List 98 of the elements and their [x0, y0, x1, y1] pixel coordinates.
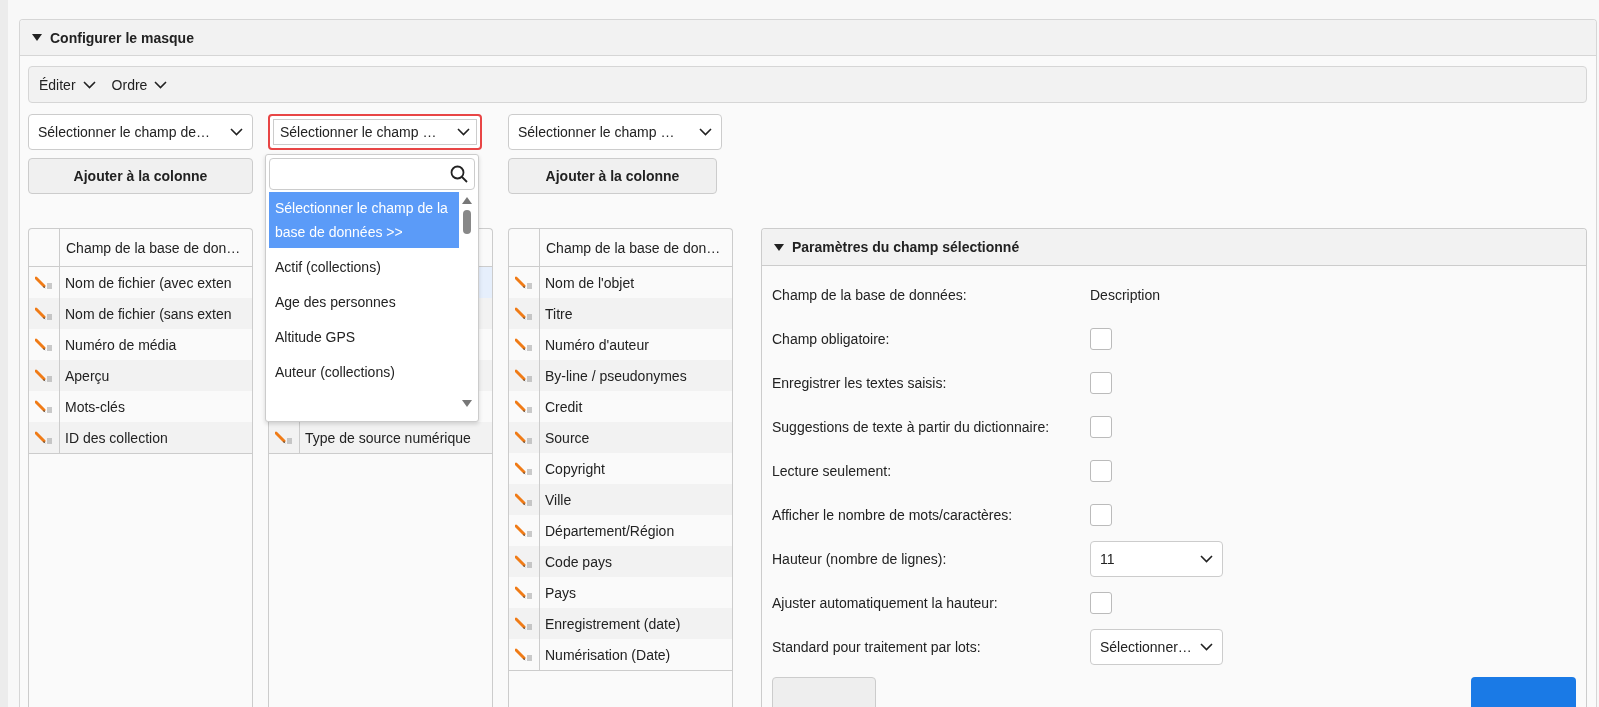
table-cell: Nom de l'objet: [545, 274, 635, 291]
table-cell: Nom de fichier (sans exten: [65, 305, 232, 322]
panel-header[interactable]: Configurer le masque: [20, 20, 1596, 56]
table-cell: Département/Région: [545, 522, 675, 539]
select-field[interactable]: Sélectionner le champ de…: [28, 114, 253, 150]
table-row[interactable]: Aperçu: [29, 360, 252, 391]
checkbox[interactable]: [1090, 328, 1112, 350]
pencil-list-icon[interactable]: [35, 368, 53, 383]
add-to-column-button[interactable]: Ajouter à la colonne: [508, 158, 717, 194]
column-header: Champ de la base de don…: [66, 239, 241, 256]
table-cell: Titre: [545, 305, 573, 322]
field-label: Lecture seulement:: [772, 463, 893, 479]
chevron-down-icon: [1200, 555, 1213, 563]
table-row[interactable]: Ville: [509, 484, 732, 515]
table-row[interactable]: Enregistrement (date): [509, 608, 732, 639]
menu-button[interactable]: Éditer: [33, 72, 102, 97]
table-cell: Credit: [545, 398, 583, 415]
pencil-list-icon[interactable]: [515, 399, 533, 414]
table-cell: Enregistrement (date): [545, 615, 681, 632]
table-cell: Type de source numérique: [305, 429, 471, 446]
field-label: Afficher le nombre de mots/caractères:: [772, 507, 1014, 523]
pencil-list-icon[interactable]: [515, 337, 533, 352]
panel-title: Configurer le masque: [50, 29, 194, 46]
chevron-down-icon: [230, 128, 243, 136]
chevron-down-icon: [457, 128, 470, 136]
field-label: Standard pour traitement par lots:: [772, 639, 982, 655]
search-field[interactable]: [269, 158, 475, 190]
table-cell: Numéro d'auteur: [545, 336, 649, 353]
pencil-list-icon[interactable]: [515, 461, 533, 476]
search-icon: [450, 165, 468, 183]
select-field[interactable]: Sélectionner…: [1090, 629, 1223, 665]
field-label: Champ obligatoire:: [772, 331, 891, 347]
pencil-list-icon[interactable]: [515, 554, 533, 569]
menu-button[interactable]: Ordre: [105, 72, 174, 97]
table-cell: Mots-clés: [65, 398, 125, 415]
table-row[interactable]: ID des collection: [29, 422, 252, 454]
checkbox[interactable]: [1090, 372, 1112, 394]
table-row[interactable]: Nom de fichier (sans exten: [29, 298, 252, 329]
table-row[interactable]: Source: [509, 422, 732, 453]
table-cell: Source: [545, 429, 590, 446]
field-label: Suggestions de texte à partir du dictionnaire:: [772, 419, 1051, 435]
select-field[interactable]: 11: [1090, 541, 1223, 577]
chevron-down-icon: [154, 80, 168, 89]
pencil-list-icon[interactable]: [515, 306, 533, 321]
settings-title: Paramètres du champ sélectionné: [792, 239, 1020, 255]
table-cell: Pays: [545, 584, 577, 601]
pencil-list-icon[interactable]: [515, 647, 533, 662]
dropdown-option[interactable]: Age des personnes: [269, 283, 459, 318]
field-label: Ajuster automatiquement la hauteur:: [772, 595, 999, 611]
field-value: Description: [1090, 287, 1161, 303]
checkbox[interactable]: [1090, 460, 1112, 482]
table-cell: Ville: [545, 491, 572, 508]
table-cell: Nom de fichier (avec exten: [65, 274, 232, 291]
dropdown-option[interactable]: Auteur (collections): [269, 353, 459, 388]
pencil-list-icon[interactable]: [275, 430, 293, 445]
pencil-list-icon[interactable]: [515, 616, 533, 631]
caret-down-icon[interactable]: [32, 34, 42, 41]
pencil-list-icon[interactable]: [515, 368, 533, 383]
table-cell: Code pays: [545, 553, 612, 570]
caret-down-icon[interactable]: [774, 243, 784, 251]
pencil-list-icon[interactable]: [515, 275, 533, 290]
pencil-list-icon[interactable]: [35, 337, 53, 352]
pencil-list-icon[interactable]: [515, 492, 533, 507]
pencil-list-icon[interactable]: [35, 430, 53, 445]
column-header: Champ de la base de don…: [546, 239, 721, 256]
secondary-button[interactable]: [772, 677, 876, 707]
table-cell: ID des collection: [65, 429, 168, 446]
pencil-list-icon[interactable]: [35, 399, 53, 414]
pencil-list-icon[interactable]: [515, 430, 533, 445]
select-field[interactable]: Sélectionner le champ …: [508, 114, 722, 150]
table-cell: Copyright: [545, 460, 605, 477]
pencil-list-icon[interactable]: [35, 275, 53, 290]
table-row[interactable]: Code pays: [509, 546, 732, 577]
field-label: Champ de la base de données:: [772, 287, 968, 303]
field-label: Hauteur (nombre de lignes):: [772, 551, 948, 567]
select-field[interactable]: Sélectionner le champ …: [268, 114, 482, 150]
table-cell: Numéro de média: [65, 336, 177, 353]
dropdown-option[interactable]: Actif (collections): [269, 248, 459, 283]
add-to-column-button[interactable]: Ajouter à la colonne: [28, 158, 253, 194]
pencil-list-icon[interactable]: [515, 523, 533, 538]
chevron-down-icon: [699, 128, 712, 136]
checkbox[interactable]: [1090, 504, 1112, 526]
table-cell: Numérisation (Date): [545, 646, 671, 663]
table-row[interactable]: Numérisation (Date): [509, 639, 732, 671]
field-label: Enregistrer les textes saisis:: [772, 375, 948, 391]
chevron-down-icon: [82, 80, 96, 89]
pencil-list-icon[interactable]: [515, 585, 533, 600]
checkbox[interactable]: [1090, 592, 1112, 614]
chevron-down-icon: [1200, 643, 1213, 651]
table-row[interactable]: Titre: [509, 298, 732, 329]
settings-header[interactable]: Paramètres du champ sélectionné: [762, 229, 1586, 266]
table-cell: Aperçu: [65, 367, 110, 384]
table-row[interactable]: By-line / pseudonymes: [509, 360, 732, 391]
table-row[interactable]: Type de source numérique: [269, 422, 492, 454]
dropdown-option[interactable]: Altitude GPS: [269, 318, 459, 353]
pencil-list-icon[interactable]: [35, 306, 53, 321]
table-cell: By-line / pseudonymes: [545, 367, 687, 384]
checkbox[interactable]: [1090, 416, 1112, 438]
